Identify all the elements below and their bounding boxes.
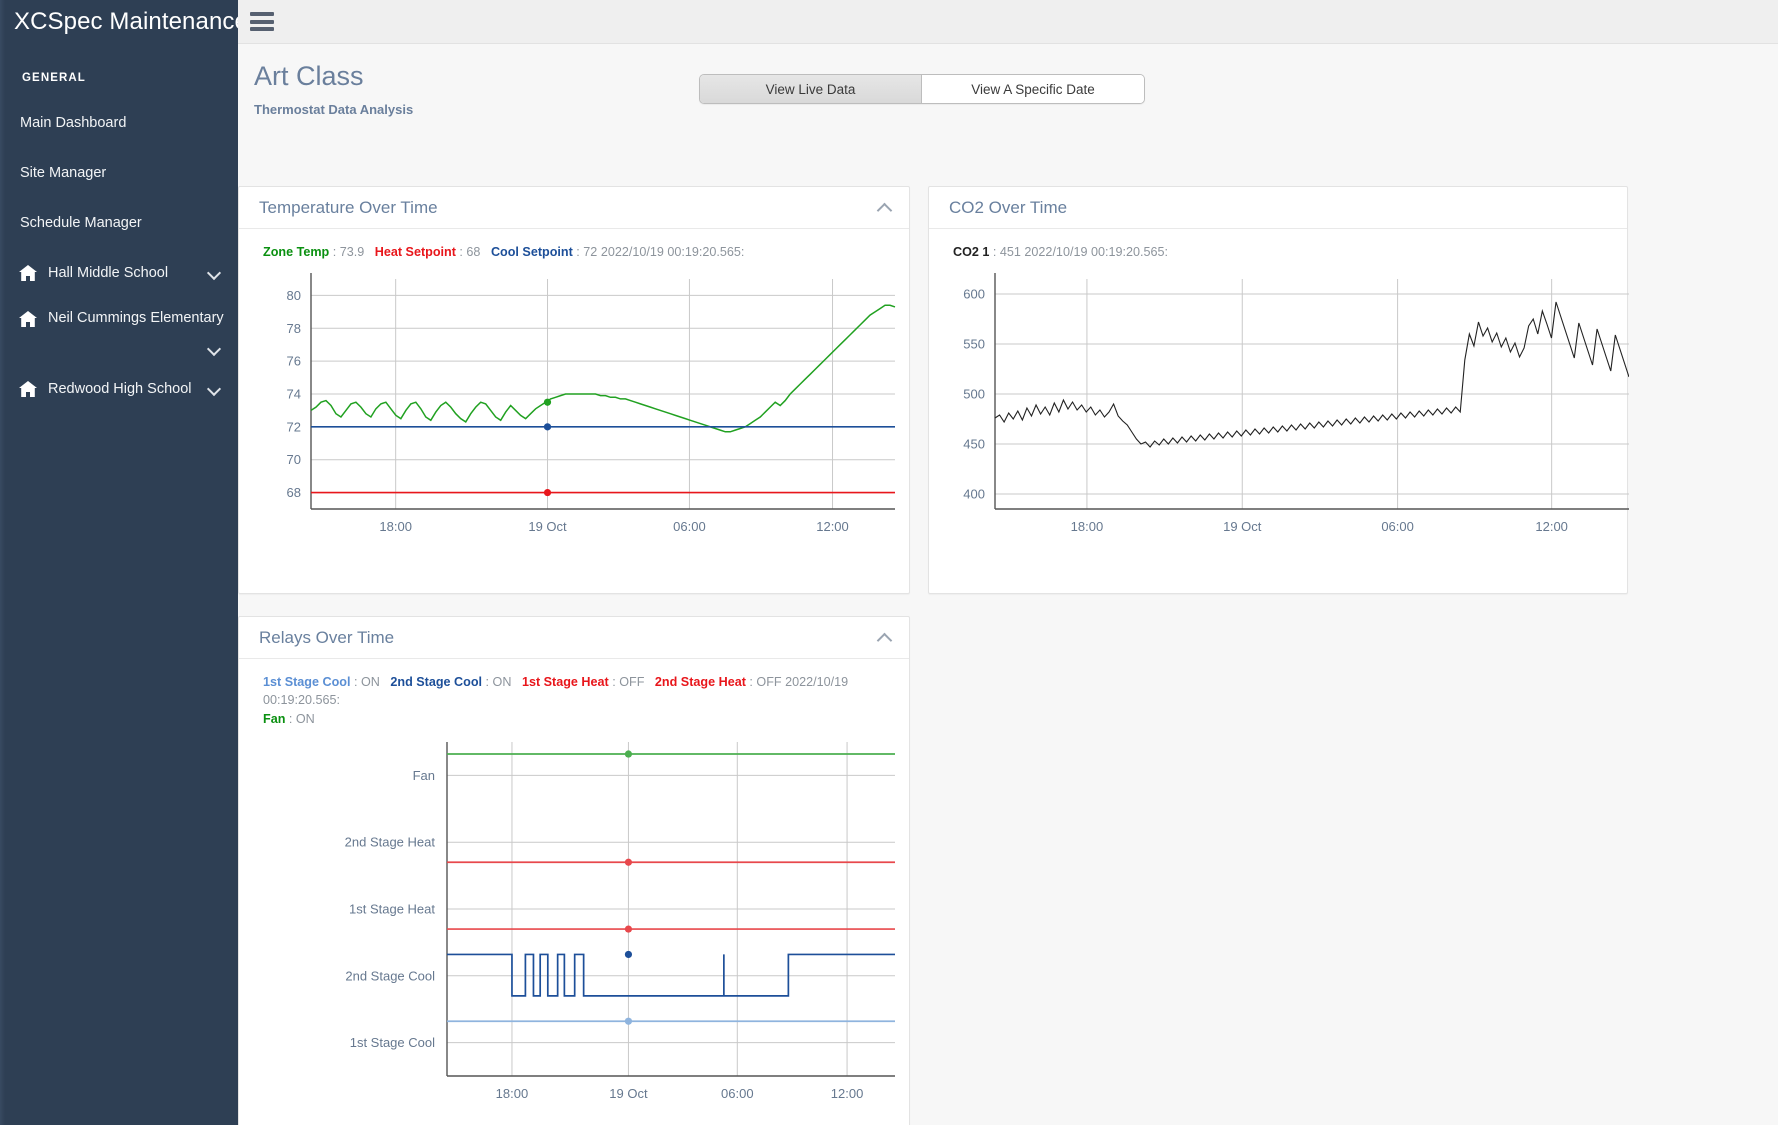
legend-1st-stage-heat-label: 1st Stage Heat — [522, 675, 609, 689]
co2-card-title: CO2 Over Time — [949, 198, 1595, 218]
legend-2nd-stage-heat-value: OFF — [756, 675, 781, 689]
svg-text:19 Oct: 19 Oct — [1223, 519, 1262, 534]
temperature-plot: 80 78 76 74 72 70 68 18:00 19 Oct 06:00 12:00 — [239, 261, 909, 566]
svg-text:72: 72 — [287, 420, 301, 435]
temperature-chart-svg: 80 78 76 74 72 70 68 18:00 19 Oct 06:00 12:00 — [239, 261, 911, 566]
main-content: Art Class Thermostat Data Analysis View … — [238, 0, 1778, 1125]
sidebar-item-main-dashboard[interactable]: Main Dashboard — [0, 98, 238, 148]
svg-text:400: 400 — [963, 487, 985, 502]
legend-zone-temp-value: 73.9 — [340, 245, 365, 259]
legend-timestamp: 2022/10/19 00:19:20.565: — [1024, 245, 1168, 259]
app-root: XCSpec Maintenance GENERAL Main Dashboar… — [0, 0, 1778, 1125]
svg-text:06:00: 06:00 — [721, 1086, 754, 1101]
legend-1st-stage-cool-label: 1st Stage Cool — [263, 675, 350, 689]
view-live-data-button[interactable]: View Live Data — [700, 75, 922, 103]
co2-plot: 600 550 500 450 400 18:00 19 Oct 06:00 12:00 — [929, 261, 1627, 566]
chevron-down-icon[interactable] — [208, 266, 222, 280]
svg-text:18:00: 18:00 — [496, 1086, 529, 1101]
hamburger-icon[interactable] — [250, 12, 274, 31]
page-header: Art Class Thermostat Data Analysis View … — [238, 44, 1778, 164]
legend-zone-temp-label: Zone Temp — [263, 245, 329, 259]
svg-text:80: 80 — [287, 288, 301, 303]
sidebar-item-hall-middle-school[interactable]: Hall Middle School — [0, 248, 238, 298]
relays-card-header: Relays Over Time — [239, 617, 909, 659]
svg-text:600: 600 — [963, 287, 985, 302]
sidebar-item-label: Hall Middle School — [48, 265, 200, 281]
svg-text:Fan: Fan — [413, 768, 435, 783]
chevron-down-icon[interactable] — [208, 382, 222, 396]
svg-text:450: 450 — [963, 437, 985, 452]
sidebar-item-label: Neil Cummings Elementary — [48, 310, 222, 326]
svg-text:1st Stage Cool: 1st Stage Cool — [350, 1035, 435, 1050]
relays-chart-svg: 1st Stage Cool 2nd Stage Cool 1st Stage He… — [239, 728, 911, 1125]
legend-2nd-stage-cool-value: ON — [493, 675, 512, 689]
sidebar-item-label: Redwood High School — [48, 381, 200, 397]
svg-text:78: 78 — [287, 321, 301, 336]
svg-text:70: 70 — [287, 452, 301, 467]
sidebar-item-label: Main Dashboard — [20, 115, 222, 131]
app-brand-title: XCSpec Maintenance — [0, 0, 238, 44]
svg-text:68: 68 — [287, 485, 301, 500]
sidebar-item-site-manager[interactable]: Site Manager — [0, 148, 238, 198]
chevron-up-icon[interactable] — [877, 630, 893, 646]
svg-text:19 Oct: 19 Oct — [609, 1086, 648, 1101]
chevron-up-icon[interactable] — [877, 200, 893, 216]
co2-card: CO2 Over Time CO2 1 : 451 2022/10/19 00:… — [928, 186, 1628, 594]
temperature-card-title: Temperature Over Time — [259, 198, 877, 218]
svg-text:12:00: 12:00 — [831, 1086, 864, 1101]
co2-legend: CO2 1 : 451 2022/10/19 00:19:20.565: — [929, 229, 1627, 261]
view-specific-date-button[interactable]: View A Specific Date — [922, 75, 1144, 103]
top-bar — [238, 0, 1778, 44]
legend-heat-setpoint-value: 68 — [466, 245, 480, 259]
relays-card-title: Relays Over Time — [259, 628, 877, 648]
svg-text:12:00: 12:00 — [816, 519, 849, 534]
svg-text:06:00: 06:00 — [1381, 519, 1414, 534]
relays-card: Relays Over Time 1st Stage Cool : ON 2nd… — [238, 616, 910, 1125]
temperature-card-header: Temperature Over Time — [239, 187, 909, 229]
sidebar: XCSpec Maintenance GENERAL Main Dashboar… — [0, 0, 238, 1125]
sidebar-item-neil-cummings-elementary[interactable]: Neil Cummings Elementary — [0, 298, 238, 364]
svg-text:19 Oct: 19 Oct — [528, 519, 567, 534]
legend-1st-stage-heat-value: OFF — [619, 675, 644, 689]
legend-co2-label: CO2 1 — [953, 245, 989, 259]
relays-plot: 1st Stage Cool 2nd Stage Cool 1st Stage He… — [239, 728, 909, 1125]
svg-text:18:00: 18:00 — [379, 519, 412, 534]
chevron-down-icon[interactable] — [208, 342, 222, 356]
legend-2nd-stage-cool-label: 2nd Stage Cool — [390, 675, 482, 689]
svg-text:06:00: 06:00 — [673, 519, 706, 534]
svg-text:18:00: 18:00 — [1071, 519, 1104, 534]
svg-text:2nd Stage Heat: 2nd Stage Heat — [345, 834, 436, 849]
sidebar-item-label: Schedule Manager — [20, 215, 222, 231]
home-icon — [18, 380, 38, 398]
legend-timestamp: 2022/10/19 00:19:20.565: — [601, 245, 745, 259]
svg-text:550: 550 — [963, 337, 985, 352]
temperature-card: Temperature Over Time Zone Temp : 73.9 H… — [238, 186, 910, 594]
temperature-legend: Zone Temp : 73.9 Heat Setpoint : 68 Cool… — [239, 229, 909, 261]
legend-heat-setpoint-label: Heat Setpoint — [375, 245, 456, 259]
sidebar-edge-gradient — [0, 0, 5, 1125]
legend-cool-setpoint-value: 72 — [583, 245, 597, 259]
co2-card-header: CO2 Over Time — [929, 187, 1627, 229]
legend-fan-label: Fan — [263, 712, 285, 726]
svg-text:12:00: 12:00 — [1535, 519, 1568, 534]
svg-text:1st Stage Heat: 1st Stage Heat — [349, 901, 435, 916]
svg-text:76: 76 — [287, 354, 301, 369]
sidebar-item-schedule-manager[interactable]: Schedule Manager — [0, 198, 238, 248]
svg-text:500: 500 — [963, 387, 985, 402]
home-icon — [18, 264, 38, 282]
relays-legend: 1st Stage Cool : ON 2nd Stage Cool : ON … — [239, 659, 909, 728]
sidebar-section-general: GENERAL — [0, 44, 238, 84]
view-mode-button-group: View Live Data View A Specific Date — [699, 74, 1145, 104]
legend-1st-stage-cool-value: ON — [361, 675, 380, 689]
co2-chart-svg: 600 550 500 450 400 18:00 19 Oct 06:00 12:00 — [929, 261, 1629, 566]
svg-text:74: 74 — [287, 387, 301, 402]
legend-cool-setpoint-label: Cool Setpoint — [491, 245, 573, 259]
legend-2nd-stage-heat-label: 2nd Stage Heat — [655, 675, 746, 689]
svg-text:2nd Stage Cool: 2nd Stage Cool — [345, 968, 435, 983]
sidebar-item-redwood-high-school[interactable]: Redwood High School — [0, 364, 238, 414]
legend-co2-value: 451 — [1000, 245, 1021, 259]
legend-fan-value: ON — [296, 712, 315, 726]
sidebar-item-label: Site Manager — [20, 165, 222, 181]
home-icon — [18, 310, 38, 328]
